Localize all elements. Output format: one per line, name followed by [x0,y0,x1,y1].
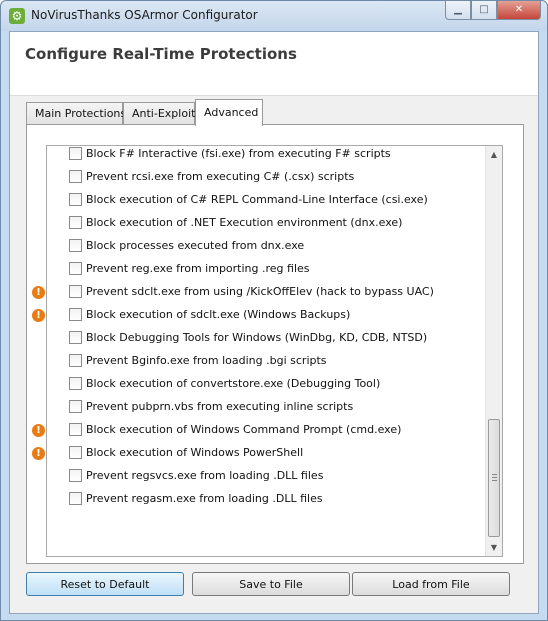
option-label[interactable]: Prevent regsvcs.exe from loading .DLL fi… [86,469,323,482]
option-row[interactable]: Block processes executed from dnx.exe [47,235,487,258]
option-label[interactable]: Block execution of Windows Command Promp… [86,423,401,436]
warning-icon: ! [32,447,45,460]
option-row[interactable]: Prevent reg.exe from importing .reg file… [47,258,487,281]
option-checkbox[interactable] [69,147,82,160]
window-title: NoVirusThanks OSArmor Configurator [31,8,258,22]
option-row[interactable]: Block execution of C# REPL Command-Line … [47,189,487,212]
option-checkbox[interactable] [69,170,82,183]
gear-icon: ⚙ [9,8,25,24]
option-row[interactable]: Prevent rcsi.exe from executing C# (.csx… [47,166,487,189]
header-band: Configure Real-Time Protections [10,32,538,96]
option-label[interactable]: Prevent pubprn.vbs from executing inline… [86,400,353,413]
grip-line [492,477,497,478]
page-title: Configure Real-Time Protections [25,45,297,63]
vertical-scrollbar[interactable]: ▲ ▼ [485,146,502,556]
option-label[interactable]: Block execution of convertstore.exe (Deb… [86,377,380,390]
client-area: Configure Real-Time Protections Main Pro… [9,31,539,614]
caption-buttons: ▁ □ ✕ [445,1,541,20]
option-row[interactable]: Prevent regsvcs.exe from loading .DLL fi… [47,465,487,488]
option-label[interactable]: Block processes executed from dnx.exe [86,239,304,252]
option-row[interactable]: Prevent regasm.exe from loading .DLL fil… [47,488,487,511]
reset-to-default-button[interactable]: Reset to Default [26,572,184,596]
option-label[interactable]: Prevent rcsi.exe from executing C# (.csx… [86,170,354,183]
app-window: ⚙ NoVirusThanks OSArmor Configurator ▁ □… [0,0,548,621]
option-checkbox[interactable] [69,469,82,482]
tab-main-protections[interactable]: Main Protections [26,102,126,125]
option-label[interactable]: Block execution of Windows PowerShell [86,446,303,459]
grip-line [492,480,497,481]
title-bar[interactable]: ⚙ NoVirusThanks OSArmor Configurator ▁ □… [1,1,547,31]
option-row[interactable]: Block execution of .NET Execution enviro… [47,212,487,235]
option-label[interactable]: Prevent regasm.exe from loading .DLL fil… [86,492,323,505]
option-row[interactable]: Prevent pubprn.vbs from executing inline… [47,396,487,419]
warning-icon: ! [32,309,45,322]
save-to-file-button[interactable]: Save to File [192,572,350,596]
option-row[interactable]: Block execution of Windows PowerShell [47,442,487,465]
option-row[interactable]: Block execution of convertstore.exe (Deb… [47,373,487,396]
option-label[interactable]: Block execution of .NET Execution enviro… [86,216,402,229]
option-checkbox[interactable] [69,216,82,229]
option-label[interactable]: Prevent sdclt.exe from using /KickOffEle… [86,285,434,298]
option-row[interactable]: Block execution of Windows Command Promp… [47,419,487,442]
option-checkbox[interactable] [69,285,82,298]
maximize-button[interactable]: □ [471,1,497,20]
option-label[interactable]: Block execution of C# REPL Command-Line … [86,193,428,206]
option-checkbox[interactable] [69,400,82,413]
warning-icon: ! [32,424,45,437]
tab-anti-exploit[interactable]: Anti-Exploit [123,102,195,125]
option-checkbox[interactable] [69,262,82,275]
option-label[interactable]: Block F# Interactive (fsi.exe) from exec… [86,147,391,160]
option-checkbox[interactable] [69,239,82,252]
option-row[interactable]: Block Debugging Tools for Windows (WinDb… [47,327,487,350]
option-checkbox[interactable] [69,308,82,321]
option-checkbox[interactable] [69,446,82,459]
minimize-button[interactable]: ▁ [445,1,471,20]
option-label[interactable]: Block execution of sdclt.exe (Windows Ba… [86,308,350,321]
option-label[interactable]: Prevent Bginfo.exe from loading .bgi scr… [86,354,327,367]
scroll-up-arrow-icon[interactable]: ▲ [486,146,502,163]
option-checkbox[interactable] [69,377,82,390]
option-label[interactable]: Block Debugging Tools for Windows (WinDb… [86,331,427,344]
protection-list[interactable]: Block F# Interactive (fsi.exe) from exec… [46,145,503,557]
tab-panel-advanced: Block F# Interactive (fsi.exe) from exec… [26,124,524,564]
option-label[interactable]: Prevent reg.exe from importing .reg file… [86,262,310,275]
option-checkbox[interactable] [69,423,82,436]
option-row[interactable]: Block execution of sdclt.exe (Windows Ba… [47,304,487,327]
option-checkbox[interactable] [69,193,82,206]
close-button[interactable]: ✕ [497,1,541,20]
warning-icon: ! [32,286,45,299]
tab-advanced[interactable]: Advanced [195,99,263,126]
option-checkbox[interactable] [69,331,82,344]
grip-line [492,474,497,475]
option-row[interactable]: Prevent Bginfo.exe from loading .bgi scr… [47,350,487,373]
scroll-down-arrow-icon[interactable]: ▼ [486,539,502,556]
option-checkbox[interactable] [69,354,82,367]
scroll-thumb[interactable] [488,419,500,537]
load-from-file-button[interactable]: Load from File [352,572,510,596]
option-checkbox[interactable] [69,492,82,505]
option-row[interactable]: Block F# Interactive (fsi.exe) from exec… [47,146,487,166]
option-row[interactable]: Prevent sdclt.exe from using /KickOffEle… [47,281,487,304]
